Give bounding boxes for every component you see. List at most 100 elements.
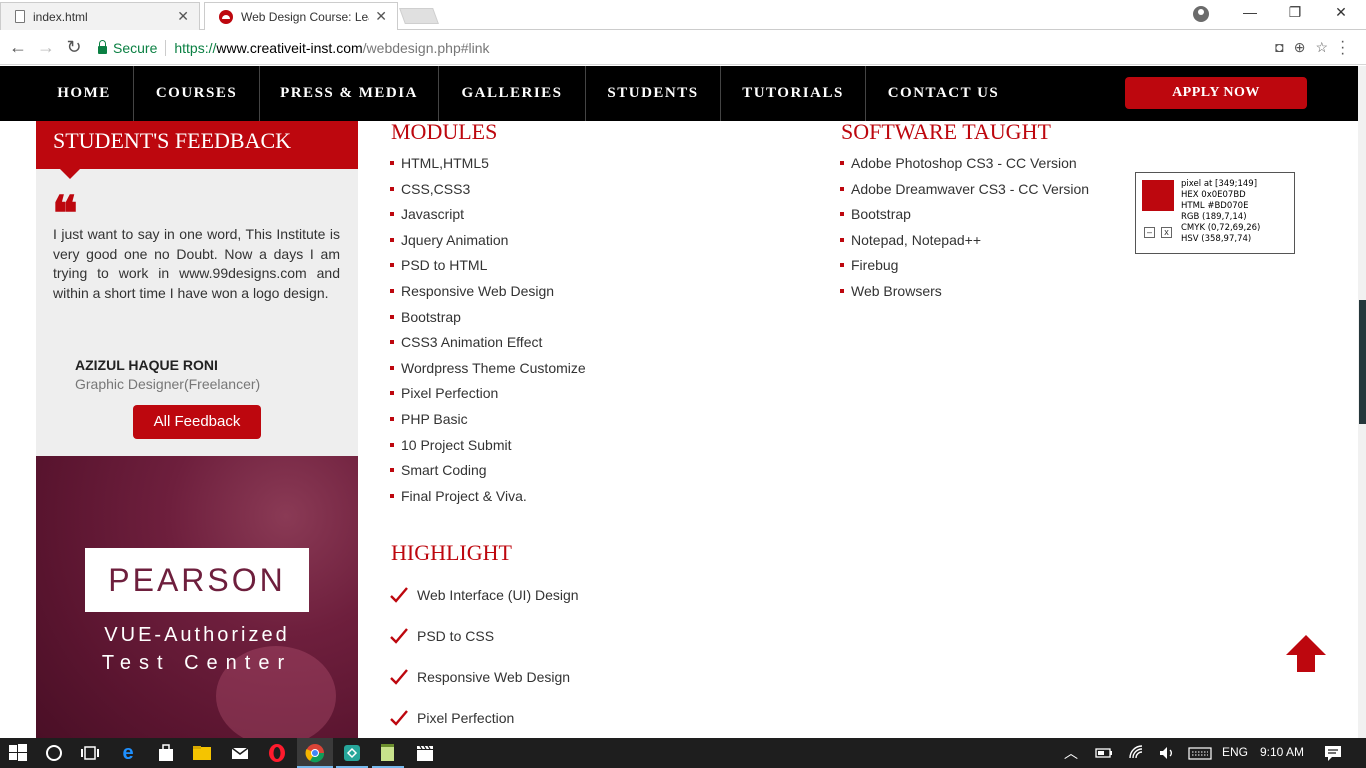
task-view-icon[interactable] <box>80 743 100 763</box>
list-item: Notepad, Notepad++ <box>840 230 1089 256</box>
bullet-icon <box>390 468 394 473</box>
tab-close-icon[interactable]: ✕ <box>375 8 387 25</box>
windows-start-icon[interactable] <box>8 743 28 763</box>
language-indicator[interactable]: ENG <box>1222 745 1248 759</box>
show-hidden-icons-icon[interactable]: ︿ <box>1064 743 1078 763</box>
forward-icon[interactable]: → <box>35 37 57 57</box>
edge-browser-icon[interactable]: e <box>118 743 138 763</box>
list-item: Adobe Photoshop CS3 - CC Version <box>840 153 1089 179</box>
site-navigation: HOME COURSES PRESS & MEDIA GALLERIES STU… <box>0 66 1358 121</box>
list-item: Smart Coding <box>390 460 586 486</box>
list-item: Final Project & Viva. <box>390 486 586 512</box>
address-bar[interactable]: Secure https:// www.creativeit-inst.com … <box>92 35 1328 61</box>
chrome-icon[interactable] <box>305 743 325 763</box>
nav-tutorials[interactable]: TUTORIALS <box>721 66 866 121</box>
feedback-title: STUDENT'S FEEDBACK <box>36 121 358 169</box>
back-to-top-arrow-icon[interactable] <box>1286 634 1326 674</box>
bullet-icon <box>390 340 394 345</box>
zoom-icon[interactable]: ⊕ <box>1294 39 1306 56</box>
bullet-icon <box>390 365 394 370</box>
profile-icon[interactable] <box>1193 6 1209 22</box>
bullet-icon <box>390 314 394 319</box>
nav-contact-us[interactable]: CONTACT US <box>866 66 1021 121</box>
check-icon <box>390 710 408 726</box>
wifi-icon[interactable] <box>1127 743 1147 763</box>
bullet-icon <box>390 263 394 268</box>
opera-icon[interactable] <box>267 743 287 763</box>
bullet-icon <box>390 212 394 217</box>
list-item: HTML,HTML5 <box>390 153 586 179</box>
close-window-button[interactable]: ✕ <box>1331 4 1351 21</box>
action-center-icon[interactable] <box>1323 743 1343 763</box>
extension-icon[interactable]: ◘ <box>1275 39 1283 56</box>
url-path: /webdesign.php#link <box>362 40 490 56</box>
nav-home[interactable]: HOME <box>35 66 134 121</box>
highlight-title: HIGHLIGHT <box>391 540 512 565</box>
creative-it-favicon <box>219 9 233 24</box>
bullet-icon <box>390 161 394 165</box>
battery-icon[interactable] <box>1094 743 1114 763</box>
tab-close-icon[interactable]: ✕ <box>177 8 189 25</box>
url-host: www.creativeit-inst.com <box>216 40 363 56</box>
volume-icon[interactable] <box>1157 743 1177 763</box>
sublime-app-icon[interactable] <box>342 743 362 763</box>
modules-title: MODULES <box>391 119 498 144</box>
all-feedback-button[interactable]: All Feedback <box>133 405 261 439</box>
bullet-icon <box>840 186 844 191</box>
feedback-title-arrow <box>60 169 80 179</box>
nav-students[interactable]: STUDENTS <box>586 66 721 121</box>
back-icon[interactable]: ← <box>7 37 29 57</box>
list-item: PHP Basic <box>390 409 586 435</box>
bullet-icon <box>390 288 394 293</box>
browser-toolbar: ← → ↻ Secure https:// www.creativeit-ins… <box>0 31 1366 65</box>
new-tab-button[interactable] <box>399 8 439 24</box>
list-item: Pixel Perfection <box>390 383 586 409</box>
keyboard-icon[interactable] <box>1188 743 1212 763</box>
tab-title: Web Design Course: Lear <box>241 9 370 24</box>
apply-now-button[interactable]: APPLY NOW <box>1125 77 1307 109</box>
page-scrollbar-thumb[interactable] <box>1359 300 1366 424</box>
color-picker-close-button[interactable]: x <box>1161 227 1172 238</box>
address-separator <box>165 40 167 56</box>
tab-index-html[interactable]: index.html ✕ <box>0 2 200 30</box>
bullet-icon <box>840 263 844 268</box>
tab-web-design-course[interactable]: Web Design Course: Lear ✕ <box>204 2 398 30</box>
mail-icon[interactable] <box>230 743 250 763</box>
feedback-author-role: Graphic Designer(Freelancer) <box>75 376 261 392</box>
list-item: Bootstrap <box>840 204 1089 230</box>
file-explorer-icon[interactable] <box>192 743 212 763</box>
check-icon <box>390 628 408 644</box>
search-circle-icon[interactable] <box>44 743 64 763</box>
bullet-icon <box>840 237 844 242</box>
restore-window-button[interactable]: ❐ <box>1285 4 1305 21</box>
nav-courses[interactable]: COURSES <box>134 66 260 121</box>
highlight-list: Web Interface (UI) Design PSD to CSS Res… <box>390 585 579 749</box>
nav-press-media[interactable]: PRESS & MEDIA <box>260 66 439 121</box>
reload-icon[interactable]: ↻ <box>63 37 85 57</box>
pearson-vue-authorized: VUE-Authorized <box>104 624 290 646</box>
check-icon <box>390 587 408 603</box>
pearson-logo: PEARSON <box>85 548 309 612</box>
bullet-icon <box>840 161 844 165</box>
bullet-icon <box>390 416 394 421</box>
bullet-icon <box>390 237 394 242</box>
video-clapper-icon[interactable] <box>415 743 435 763</box>
list-item: PSD to CSS <box>390 626 579 667</box>
list-item: Bootstrap <box>390 307 586 333</box>
bullet-icon <box>390 186 394 191</box>
store-icon[interactable] <box>156 743 176 763</box>
secure-label: Secure <box>113 40 158 56</box>
lock-icon <box>98 40 107 54</box>
minimize-window-button[interactable]: — <box>1240 4 1260 20</box>
browser-menu-icon[interactable]: · · · <box>1340 34 1345 62</box>
list-item: Web Interface (UI) Design <box>390 585 579 626</box>
color-picker-minimize-button[interactable]: – <box>1144 227 1155 238</box>
clock[interactable]: 9:10 AM <box>1260 745 1304 759</box>
color-picker-popup: pixel at [349;149] HEX 0x0E07BD HTML #BD… <box>1135 172 1295 254</box>
nav-galleries[interactable]: GALLERIES <box>439 66 586 121</box>
bookmark-star-icon[interactable]: ☆ <box>1315 39 1328 56</box>
software-title: SOFTWARE TAUGHT <box>841 119 1051 144</box>
list-item: Responsive Web Design <box>390 281 586 307</box>
notepad-icon[interactable] <box>378 743 398 763</box>
pearson-vue-banner[interactable]: PEARSON VUE-Authorized Test Center <box>36 456 358 738</box>
